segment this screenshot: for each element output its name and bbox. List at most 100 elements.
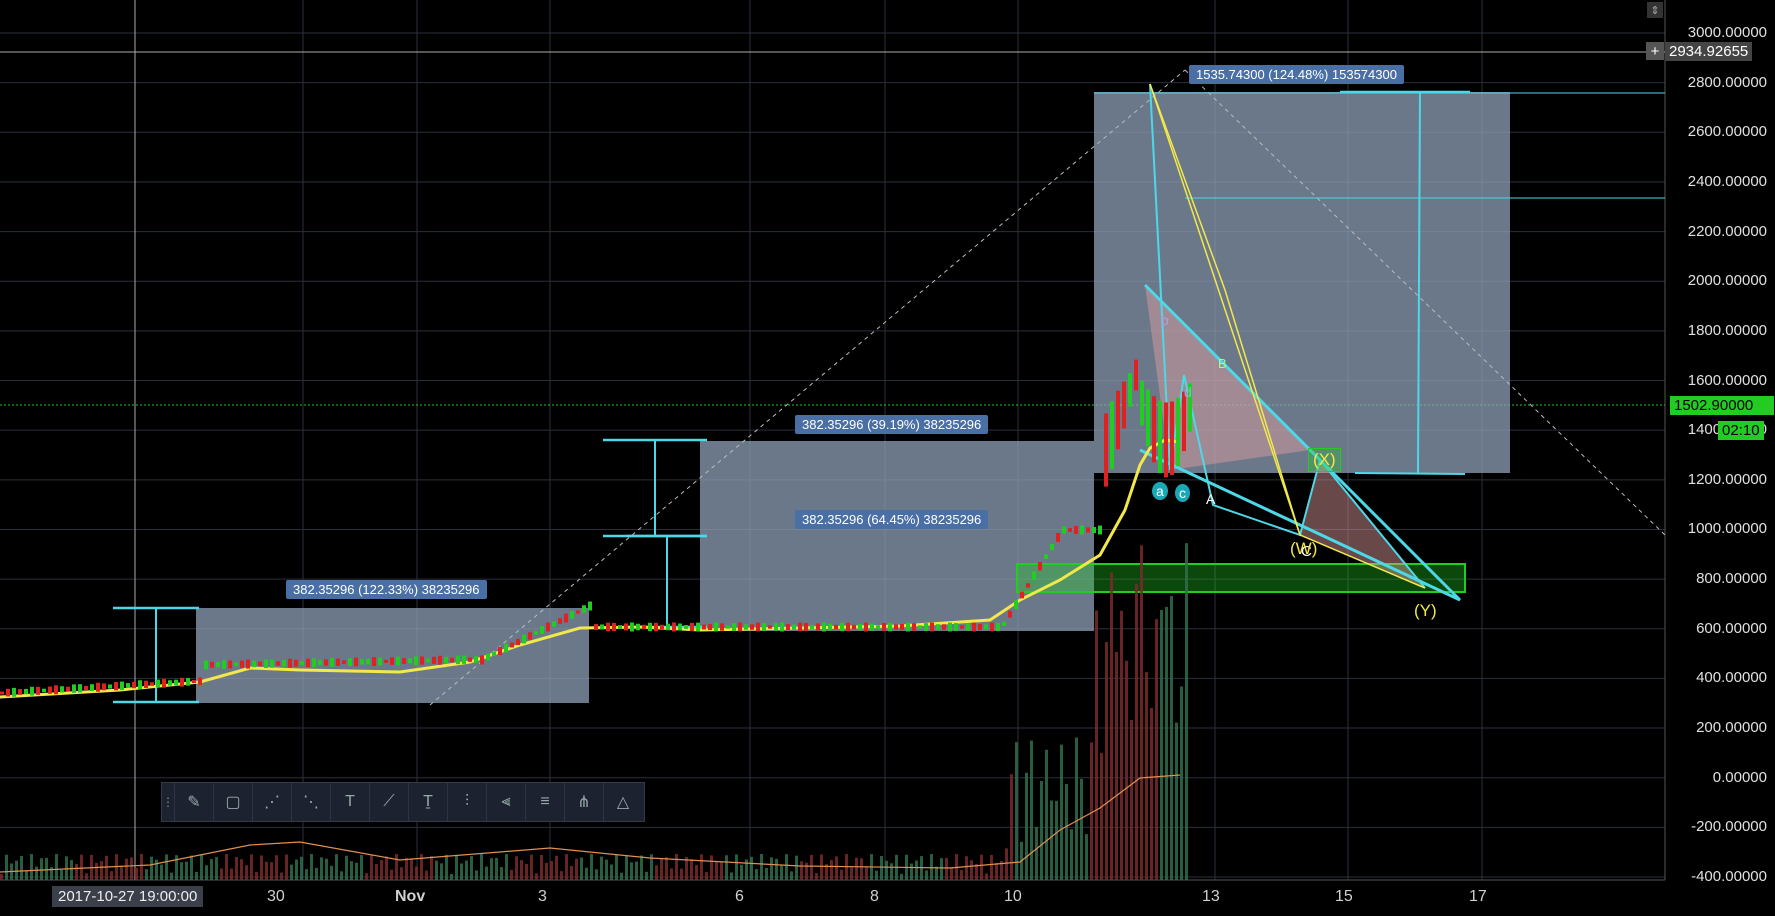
volume-bar <box>815 873 818 880</box>
candle <box>630 622 634 632</box>
horizontal-lines-icon[interactable]: ≡ <box>525 783 564 821</box>
brush-icon[interactable]: ✎ <box>174 783 213 821</box>
candle <box>60 686 64 693</box>
volume-bar <box>1085 834 1088 880</box>
volume-bar <box>375 864 378 880</box>
volume-bar <box>530 854 533 880</box>
candle <box>462 655 466 664</box>
candle <box>918 625 922 629</box>
candle <box>1080 525 1084 535</box>
volume-bar <box>485 866 488 880</box>
scale-toggle-icon[interactable]: ⇕ <box>1647 2 1663 18</box>
candle <box>240 660 244 668</box>
measure-box-1 <box>196 608 589 703</box>
volume-bar <box>275 855 278 880</box>
volume-bar <box>625 855 628 880</box>
elliott-wave-abc-icon-glyph: ⋱ <box>303 794 319 811</box>
fib-extension-icon[interactable]: ⫷ <box>486 783 525 821</box>
volume-bar <box>20 856 23 880</box>
candle <box>1014 600 1018 610</box>
volume-bar <box>570 865 573 880</box>
candle <box>774 623 778 631</box>
volume-bar <box>590 854 593 880</box>
volume-bar <box>790 871 793 880</box>
volume-bar <box>725 855 728 880</box>
volume-bar <box>475 870 478 880</box>
volume-bar <box>680 868 683 880</box>
price-tick-label: 2800.00000 <box>1687 73 1767 91</box>
triangle-pattern-icon[interactable]: △ <box>603 783 642 821</box>
volume-bar <box>630 862 633 880</box>
volume-bar <box>795 855 798 880</box>
candle <box>342 660 346 664</box>
toolbar-drag-handle-icon[interactable]: ⋮ <box>162 783 174 821</box>
trendline-icon[interactable]: ⟋ <box>369 783 408 821</box>
fib-retracement-icon-glyph: ⫶ <box>464 793 469 810</box>
volume-bar <box>5 854 8 880</box>
price-tick-label: 2200.00000 <box>1687 222 1767 240</box>
candle <box>558 618 562 624</box>
candle <box>756 622 760 632</box>
fib-retracement-icon[interactable]: ⫶ <box>447 783 486 821</box>
candle <box>948 622 952 632</box>
candle <box>450 657 454 663</box>
pitchfork-icon[interactable]: ⋔ <box>564 783 603 821</box>
price-tick-label: -200.00000 <box>1691 818 1767 836</box>
candle <box>888 622 892 632</box>
volume-bar <box>15 860 18 880</box>
volume-bar <box>835 856 838 880</box>
candle <box>288 658 292 668</box>
elliott-wave-abc-icon[interactable]: ⋱ <box>291 783 330 821</box>
elliott-wave-123-icon[interactable]: ⋰ <box>252 783 291 821</box>
candle <box>876 625 880 629</box>
text-icon[interactable]: T <box>330 783 369 821</box>
volume-bar <box>1125 660 1128 880</box>
volume-bar <box>665 857 668 880</box>
candle <box>984 624 988 630</box>
candle <box>924 623 928 631</box>
candle <box>1122 381 1126 429</box>
candle <box>48 686 52 694</box>
candle <box>144 680 148 689</box>
volume-bar <box>95 862 98 880</box>
candle <box>582 605 586 613</box>
candle <box>1038 561 1042 571</box>
volume-bar <box>970 860 973 880</box>
candle <box>258 661 262 667</box>
volume-bar <box>635 861 638 880</box>
volume-bar <box>225 854 228 880</box>
measure-label-1: 382.35296 (122.33%) 38235296 <box>286 580 487 599</box>
volume-bar <box>545 862 548 880</box>
candle <box>750 624 754 630</box>
candle <box>294 659 298 667</box>
volume-bar <box>1145 672 1148 880</box>
candle <box>972 622 976 632</box>
volume-bar <box>980 854 983 880</box>
candle <box>1026 583 1030 588</box>
candle <box>1158 400 1162 474</box>
candle <box>1008 610 1012 618</box>
volume-bar <box>125 858 128 880</box>
volume-bar <box>1180 686 1183 880</box>
volume-bar <box>695 865 698 880</box>
anchored-text-icon[interactable]: Ṯ <box>408 783 447 821</box>
volume-bar <box>505 854 508 880</box>
add-alert-plus-icon[interactable]: + <box>1646 42 1664 60</box>
volume-bar <box>930 854 933 880</box>
price-tick-label: 2600.00000 <box>1687 123 1767 141</box>
price-chart[interactable] <box>0 0 1775 916</box>
volume-bar <box>280 872 283 880</box>
volume-bar <box>535 873 538 880</box>
candle <box>612 622 616 632</box>
volume-bar <box>730 872 733 880</box>
rectangle-icon[interactable]: ▢ <box>213 783 252 821</box>
candle <box>600 624 604 630</box>
candle <box>192 679 196 684</box>
candle <box>1164 402 1168 478</box>
candle <box>282 659 286 667</box>
volume-bar <box>30 854 33 880</box>
volume-bar <box>80 854 83 880</box>
candle <box>828 623 832 631</box>
candle <box>804 622 808 632</box>
volume-bar <box>885 860 888 880</box>
